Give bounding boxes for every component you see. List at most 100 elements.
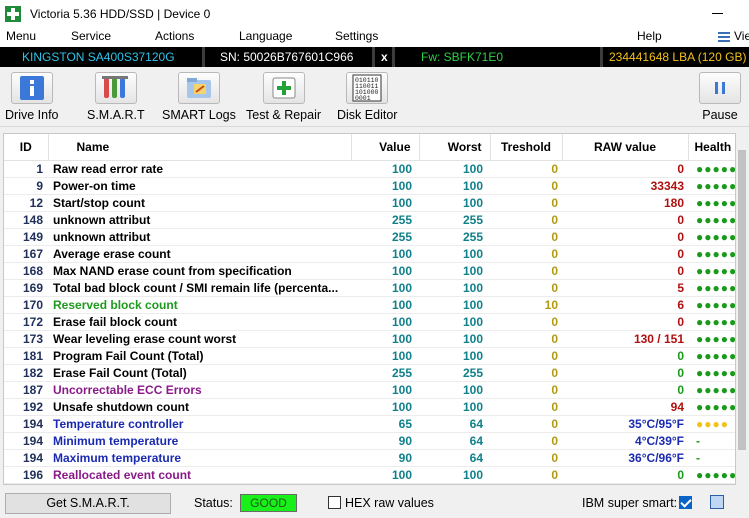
options-toggle-button[interactable] (710, 495, 724, 509)
attr-health-cell: ●●●●● (688, 330, 735, 348)
table-row[interactable]: 168 Max NAND erase count from specificati… (4, 262, 735, 280)
attr-value-cell: 100 (351, 313, 419, 331)
menu-item-service[interactable]: Service (71, 29, 111, 43)
attr-name-cell: Erase fail block count (48, 313, 351, 331)
attr-worst-cell: 255 (419, 364, 490, 382)
table-row[interactable]: 149 unknown attribut 255 255 0 0 ●●●●● (4, 228, 735, 246)
window-title: Victoria 5.36 HDD/SSD | Device 0 (30, 6, 211, 21)
get-smart-button[interactable]: Get S.M.A.R.T. (5, 493, 171, 514)
test-repair-button[interactable]: Test & Repair (246, 72, 321, 122)
attr-treshold-cell: 0 (490, 228, 562, 246)
menu-item-menu[interactable]: Menu (6, 29, 36, 43)
status-label: Status: (194, 496, 233, 510)
device-bar-divider (202, 47, 205, 67)
attr-raw-cell: 36°C/96°F (562, 449, 688, 467)
table-row[interactable]: 170 Reserved block count 100 100 10 6 ●●●●● (4, 296, 735, 314)
smart-label: S.M.A.R.T (87, 108, 145, 122)
attr-health-cell: - (688, 432, 735, 450)
minimize-button[interactable] (706, 5, 728, 21)
menu-item-help[interactable]: Help (637, 29, 662, 43)
status-bar: Get S.M.A.R.T. Status: GOOD HEX raw valu… (0, 490, 749, 518)
table-row[interactable]: 172 Erase fail block count 100 100 0 0 ●●●●● (4, 313, 735, 331)
disk-editor-button[interactable]: 010110 110011 101000 0001 Disk Editor (337, 72, 397, 122)
menu-item-settings[interactable]: Settings (335, 29, 378, 43)
col-header-health[interactable]: Health (688, 134, 735, 161)
binary-line: 0001 (355, 95, 371, 102)
attr-health-cell: ●●●●● (688, 160, 735, 178)
attr-raw-cell: 94 (562, 398, 688, 416)
table-row[interactable]: 167 Average erase count 100 100 0 0 ●●●●● (4, 245, 735, 263)
ibm-super-smart-checkbox[interactable] (679, 496, 692, 509)
attr-treshold-cell: 0 (490, 449, 562, 467)
attr-health-cell: ●●●●● (688, 279, 735, 297)
minimize-icon (711, 12, 723, 14)
table-row[interactable]: 12 Start/stop count 100 100 0 180 ●●●●● (4, 194, 735, 212)
attr-id-cell: 1 (4, 160, 48, 178)
attr-value-cell: 100 (351, 194, 419, 212)
attr-treshold-cell: 0 (490, 398, 562, 416)
title-bar: Victoria 5.36 HDD/SSD | Device 0 (0, 0, 749, 27)
attr-name-cell: Erase Fail Count (Total) (48, 364, 351, 382)
table-row[interactable]: 192 Unsafe shutdown count 100 100 0 94 ●●●●● (4, 398, 735, 416)
attr-worst-cell: 100 (419, 381, 490, 399)
attr-name-cell: Max NAND erase count from specification (48, 262, 351, 280)
table-row[interactable]: 194 Minimum temperature 90 64 0 4°C/39°F - (4, 432, 735, 450)
drive-info-button[interactable]: Drive Info (5, 72, 59, 122)
table-row[interactable]: 194 Temperature controller 65 64 0 35°C/95°F ●… (4, 415, 735, 433)
attr-raw-cell: 0 (562, 228, 688, 246)
table-row[interactable]: 196 Reallocated event count 100 100 0 0 ●●●●● (4, 466, 735, 484)
attr-health-cell: ●●●●● (688, 194, 735, 212)
attr-worst-cell: 64 (419, 415, 490, 433)
view-list-icon[interactable] (718, 31, 730, 43)
col-header-name[interactable]: Name (48, 134, 352, 161)
attr-value-cell: 90 (351, 432, 419, 450)
attr-name-cell: Uncorrectable ECC Errors (48, 381, 351, 399)
col-header-value[interactable]: Value (351, 134, 420, 161)
device-close-mark[interactable]: x (381, 47, 388, 67)
table-row[interactable]: 187 Uncorrectable ECC Errors 100 100 0 0 ●●●●● (4, 381, 735, 399)
col-header-id[interactable]: ID (4, 134, 49, 161)
attr-name-cell: Power-on time (48, 177, 351, 195)
smart-button[interactable]: S.M.A.R.T (87, 72, 145, 122)
attr-treshold-cell: 0 (490, 347, 562, 365)
table-row[interactable]: 182 Erase Fail Count (Total) 255 255 0 0 ●●●●● (4, 364, 735, 382)
table-row[interactable]: 1 Raw read error rate 100 100 0 0 ●●●●● (4, 160, 735, 178)
disk-editor-label: Disk Editor (337, 108, 398, 122)
hex-raw-checkbox[interactable] (328, 496, 341, 509)
attr-id-cell: 172 (4, 313, 48, 331)
attr-treshold-cell: 10 (490, 296, 562, 314)
attr-id-cell: 194 (4, 449, 48, 467)
attr-worst-cell: 100 (419, 398, 490, 416)
attr-worst-cell: 255 (419, 228, 490, 246)
attr-name-cell: Total bad block count / SMI remain life … (48, 279, 351, 297)
table-row[interactable]: 173 Wear leveling erase count worst 100 100… (4, 330, 735, 348)
table-row[interactable]: 9 Power-on time 100 100 0 33343 ●●●●● (4, 177, 735, 195)
col-header-raw[interactable]: RAW value (562, 134, 689, 161)
table-row[interactable]: 169 Total bad block count / SMI remain li… (4, 279, 735, 297)
table-scrollbar-thumb[interactable] (738, 150, 746, 450)
device-model[interactable]: KINGSTON SA400S37120G (22, 47, 175, 67)
menu-item-actions[interactable]: Actions (155, 29, 194, 43)
table-row[interactable]: 194 Maximum temperature 90 64 0 36°C/96°F - (4, 449, 735, 467)
attr-health-cell: ●●●●● (688, 211, 735, 229)
pause-icon (699, 72, 741, 104)
attr-raw-cell: 0 (562, 245, 688, 263)
attr-id-cell: 194 (4, 432, 48, 450)
attr-value-cell: 100 (351, 262, 419, 280)
table-row[interactable]: 148 unknown attribut 255 255 0 0 ●●●●● (4, 211, 735, 229)
attr-value-cell: 255 (351, 228, 419, 246)
smart-logs-button[interactable]: SMART Logs (162, 72, 236, 122)
status-badge: GOOD (240, 494, 297, 512)
menu-item-language[interactable]: Language (239, 29, 292, 43)
table-row[interactable]: 181 Program Fail Count (Total) 100 100 0 0 ●●●… (4, 347, 735, 365)
attr-worst-cell: 100 (419, 262, 490, 280)
menu-item-view[interactable]: Vie (734, 29, 749, 43)
pause-button[interactable]: Pause (699, 72, 741, 122)
col-header-treshold[interactable]: Treshold (490, 134, 563, 161)
col-header-worst[interactable]: Worst (419, 134, 491, 161)
attr-value-cell: 100 (351, 381, 419, 399)
attr-raw-cell: 0 (562, 364, 688, 382)
attr-treshold-cell: 0 (490, 160, 562, 178)
attr-raw-cell: 4°C/39°F (562, 432, 688, 450)
attr-value-cell: 100 (351, 347, 419, 365)
